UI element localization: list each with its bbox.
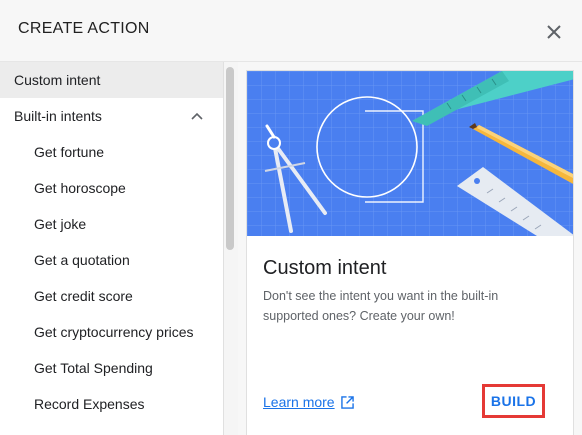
sidebar-item-label: Built-in intents — [14, 108, 102, 124]
sidebar-item-label: Get a quotation — [34, 252, 130, 268]
sidebar-item-get-credit-score[interactable]: Get credit score — [0, 278, 223, 314]
sidebar-item-get-horoscope[interactable]: Get horoscope — [0, 170, 223, 206]
sidebar-group-built-in-intents[interactable]: Built-in intents — [0, 98, 223, 134]
intent-sidebar: Custom intent Built-in intents Get fortu… — [0, 62, 224, 435]
card-title: Custom intent — [263, 257, 387, 279]
learn-more-label: Learn more — [263, 394, 335, 410]
sidebar-item-get-a-quotation[interactable]: Get a quotation — [0, 242, 223, 278]
close-icon — [547, 25, 561, 39]
sidebar-item-label: Get horoscope — [34, 180, 126, 196]
blueprint-illustration — [247, 71, 573, 236]
close-button[interactable] — [544, 22, 564, 42]
sidebar-item-custom-intent[interactable]: Custom intent — [0, 62, 223, 98]
sidebar-item-label: Custom intent — [14, 72, 101, 88]
sidebar-item-label: Get Total Spending — [34, 360, 153, 376]
dialog-title: CREATE ACTION — [18, 20, 150, 37]
build-button[interactable]: BUILD — [482, 384, 545, 418]
dialog-header: CREATE ACTION — [0, 0, 582, 62]
sidebar-item-record-expenses[interactable]: Record Expenses — [0, 386, 223, 422]
chevron-up-icon[interactable] — [191, 110, 203, 122]
sidebar-item-label: Get joke — [34, 216, 87, 232]
sidebar-item-get-fortune[interactable]: Get fortune — [0, 134, 223, 170]
sidebar-item-label: Get cryptocurrency prices — [34, 324, 194, 340]
open-in-new-icon — [340, 395, 354, 409]
custom-intent-card: Custom intent Don't see the intent you w… — [246, 70, 574, 435]
sidebar-item-label: Get fortune — [34, 144, 105, 160]
sidebar-item-label: Get credit score — [34, 288, 133, 304]
sidebar-scrollbar[interactable] — [226, 67, 234, 250]
sidebar-item-get-cryptocurrency-prices[interactable]: Get cryptocurrency prices — [0, 314, 223, 350]
sidebar-item-get-total-spending[interactable]: Get Total Spending — [0, 350, 223, 386]
sidebar-item-get-joke[interactable]: Get joke — [0, 206, 223, 242]
card-description: Don't see the intent you want in the bui… — [263, 289, 499, 323]
learn-more-link[interactable]: Learn more — [263, 394, 354, 410]
sidebar-item-label: Record Expenses — [34, 396, 145, 412]
